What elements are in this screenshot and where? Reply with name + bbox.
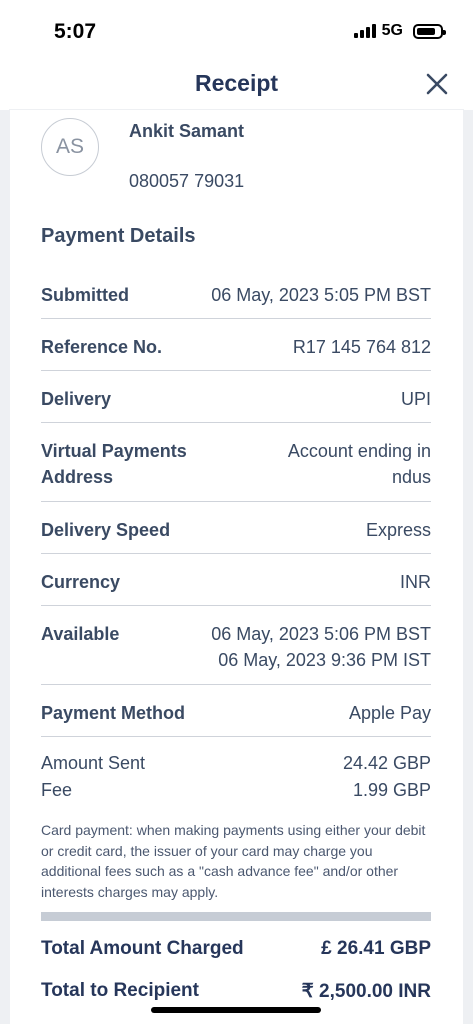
detail-label: Delivery — [41, 389, 112, 409]
detail-label-line: Virtual Payments — [41, 441, 187, 461]
status-indicators: 5G — [353, 22, 446, 40]
detail-value: 06 May, 2023 5:05 PM BST — [211, 285, 431, 305]
home-indicator[interactable] — [151, 1007, 321, 1013]
detail-row-delivery-speed: Delivery Speed Express — [41, 502, 431, 554]
detail-value: R17 145 764 812 — [292, 337, 431, 357]
fee-row: Fee 1.99 GBP — [41, 777, 431, 804]
close-button[interactable] — [423, 70, 451, 98]
detail-label: Currency — [41, 572, 121, 592]
detail-value: Express — [365, 520, 431, 540]
total-recipient-value: ₹ 2,500.00 INR — [301, 981, 431, 1002]
detail-value-line: 06 May, 2023 9:36 PM IST — [218, 650, 431, 670]
detail-value: 06 May, 2023 5:06 PM BST 06 May, 2023 9:… — [211, 621, 431, 673]
section-title: Payment Details — [41, 225, 196, 247]
amounts-summary: Amount Sent 24.42 GBP Fee 1.99 GBP — [41, 750, 431, 804]
detail-label: Virtual Payments Address — [41, 438, 187, 490]
detail-value-line: ndus — [391, 467, 431, 487]
fee-value: 1.99 GBP — [352, 780, 431, 800]
header: Receipt — [0, 62, 473, 110]
signal-icon — [353, 24, 376, 38]
detail-value-line: 06 May, 2023 5:06 PM BST — [211, 624, 431, 644]
close-icon — [426, 73, 448, 95]
recipient-phone: 080057 79031 — [129, 171, 245, 191]
detail-value: Apple Pay — [348, 703, 431, 723]
network-label: 5G — [381, 22, 403, 39]
total-charged-row: Total Amount Charged £ 26.41 GBP — [41, 938, 431, 960]
detail-value-line: Account ending in — [287, 441, 431, 461]
status-time: 5:07 — [54, 20, 97, 43]
detail-label: Reference No. — [41, 337, 163, 357]
page-title: Receipt — [194, 70, 279, 96]
fee-label: Fee — [41, 780, 73, 800]
detail-label: Available — [41, 624, 120, 644]
detail-row-available: Available 06 May, 2023 5:06 PM BST 06 Ma… — [41, 606, 431, 685]
detail-value: Account ending in ndus — [288, 438, 431, 490]
amount-sent-value: 24.42 GBP — [342, 753, 431, 773]
detail-value: INR — [400, 572, 431, 592]
detail-label: Delivery Speed — [41, 520, 171, 540]
detail-row-delivery: Delivery UPI — [41, 371, 431, 423]
detail-label: Submitted — [41, 285, 129, 305]
avatar: AS — [41, 118, 99, 176]
status-bar: 5:07 5G — [0, 0, 473, 62]
detail-row-reference: Reference No. R17 145 764 812 — [41, 319, 431, 371]
detail-value: UPI — [400, 389, 431, 409]
background-right — [463, 110, 473, 1024]
total-recipient-row: Total to Recipient ₹ 2,500.00 INR — [41, 980, 431, 1003]
total-recipient-label: Total to Recipient — [41, 980, 199, 1001]
battery-icon — [413, 23, 446, 39]
background-left — [0, 110, 10, 1024]
recipient-name: Ankit Samant — [129, 121, 245, 141]
detail-label: Payment Method — [41, 703, 186, 723]
payment-details-list: Submitted 06 May, 2023 5:05 PM BST Refer… — [41, 267, 431, 737]
detail-row-payment-method: Payment Method Apple Pay — [41, 685, 431, 737]
detail-row-vpa: Virtual Payments Address Account ending … — [41, 423, 431, 502]
receipt-sheet[interactable]: AS Ankit Samant 080057 79031 Payment Det… — [10, 110, 463, 1024]
total-charged-value: £ 26.41 GBP — [321, 938, 431, 959]
divider — [41, 912, 431, 921]
card-payment-note: Card payment: when making payments using… — [41, 822, 426, 900]
total-charged-label: Total Amount Charged — [41, 938, 244, 959]
amount-sent-row: Amount Sent 24.42 GBP — [41, 750, 431, 777]
detail-label-line: Address — [41, 467, 114, 487]
amount-sent-label: Amount Sent — [41, 753, 146, 773]
detail-row-submitted: Submitted 06 May, 2023 5:05 PM BST — [41, 267, 431, 319]
detail-row-currency: Currency INR — [41, 554, 431, 606]
